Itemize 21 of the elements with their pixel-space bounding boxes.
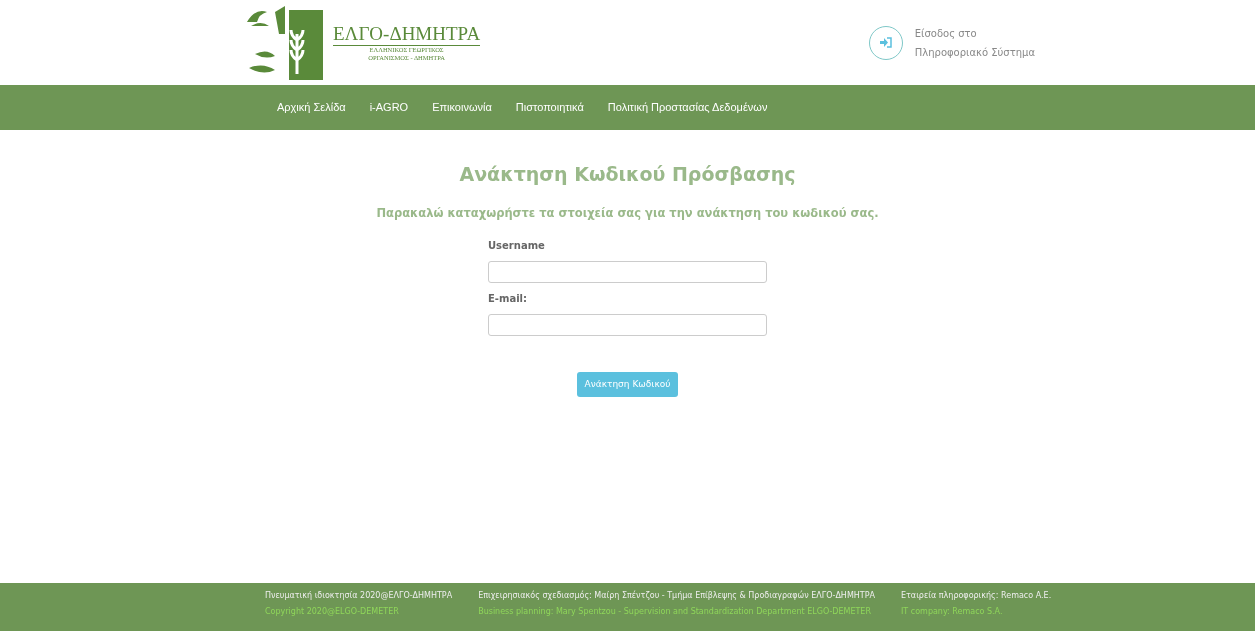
nav-link[interactable]: Πιστοποιητικά xyxy=(515,99,584,116)
login-link[interactable]: Πληροφοριακό Σύστημα xyxy=(914,42,1035,62)
logo-title: ΕΛΓΟ-ΔΗΜΗΤΡΑ xyxy=(333,24,481,47)
footer-text: Εταιρεία πληροφορικής: Remaco A.E. xyxy=(901,590,1052,602)
field-label: E-mail: xyxy=(488,291,528,306)
input-field[interactable] xyxy=(488,260,767,283)
footer-text: IT company: Remaco S.A. xyxy=(901,606,1004,618)
field-label: Username xyxy=(488,238,546,253)
nav-link[interactable]: Πολιτική Προστασίας Δεδομένων xyxy=(607,99,768,116)
recover-password-button[interactable]: Ανάκτηση Κωδικού xyxy=(576,371,679,398)
footer-text: Επιχειρησιακός σχεδιασμός: Μαίρη Σπέντζου - Τμήμα Επίβλεψης & Προδιαγραφών ΕΛΓΟ-ΔΗΜΗΤΡΑ xyxy=(478,590,875,602)
instructions-text: Παρακαλώ καταχωρήστε τα στοιχεία σας για την ανάκτηση του κωδικού σας. xyxy=(376,204,879,222)
footer-text: Copyright 2020@ELGO-DEMETER xyxy=(265,606,400,618)
login-icon xyxy=(879,37,892,48)
nav-link[interactable]: Επικοινωνία xyxy=(432,99,492,116)
footer-text: Πνευματική ιδιοκτησία 2020@ΕΛΓΟ-ΔΗΜΗΤΡΑ xyxy=(265,590,453,602)
page-title: Ανάκτηση Κωδικού Πρόσβασης xyxy=(459,162,796,187)
nav-link[interactable]: Αρχική Σελίδα xyxy=(277,99,346,116)
login-link[interactable]: Είσοδος στο xyxy=(914,23,1035,43)
nav-link[interactable]: i-AGRO xyxy=(369,99,409,116)
input-field[interactable] xyxy=(488,313,767,336)
